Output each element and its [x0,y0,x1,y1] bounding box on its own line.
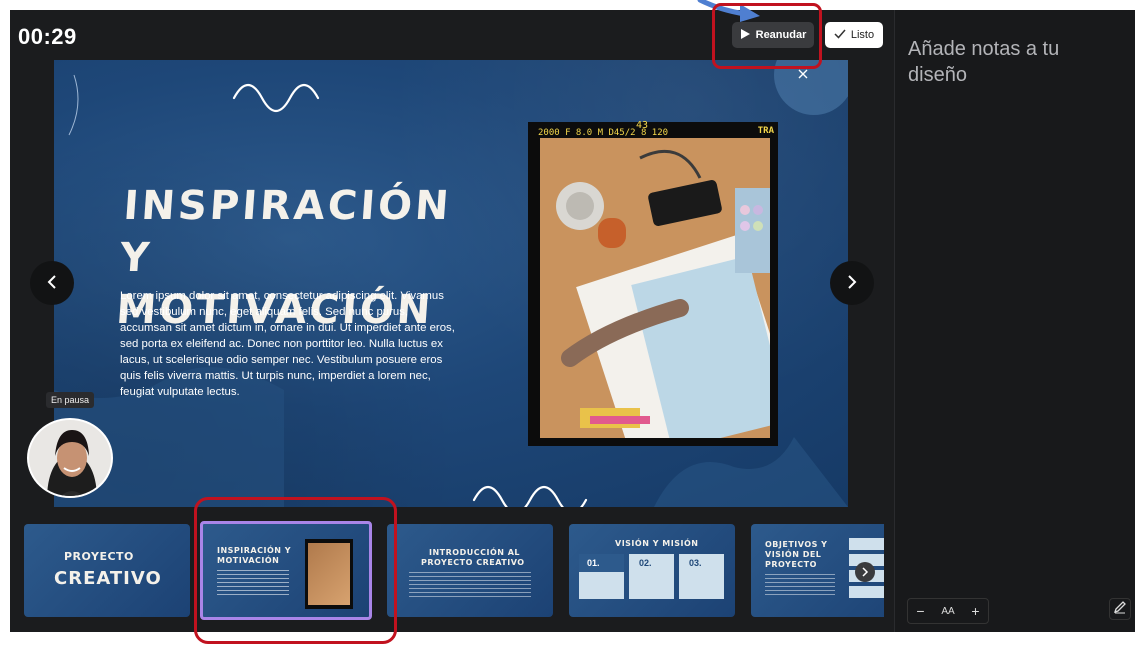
previous-slide-button[interactable] [30,261,74,305]
desk-photo [540,138,770,438]
chevron-right-icon [847,273,857,294]
chevron-left-icon [47,273,57,294]
thumbnail-slide-4[interactable]: Visión y misión 01. 02. 03. [569,524,735,617]
checkmark-icon [834,29,846,42]
presenter-avatar [27,418,113,498]
thumbnail-1-line2: Creativo [54,568,162,589]
photo-header-left: 2000 F 8.0 M D45/2 8 120 [538,128,669,138]
slide-title-line1: Inspiración y [118,183,454,281]
decrease-font-button[interactable]: − [916,603,924,619]
thumbnail-5-body [765,574,835,596]
thumbnail-4-title: Visión y misión [615,539,699,548]
next-slide-button[interactable] [830,261,874,305]
thumbnail-5-line1: Objetivos y [765,540,828,549]
slide-thumbnail-strip[interactable]: Proyecto Creativo Inspiración y motivaci… [20,520,884,620]
presentation-stage: 00:29 Reanudar Listo INSPIRACIÓN Y MOTIV… [10,10,894,632]
font-size-label: AA [941,605,955,617]
photo-header-right: TRA [757,126,774,136]
slide-body-text: Lorem ipsum dolor sit amet, consectetur … [120,290,455,398]
thumbnail-slide-1[interactable]: Proyecto Creativo [24,524,190,617]
photo-header-number: 43 [636,120,649,131]
done-button[interactable]: Listo [825,22,883,48]
chevron-right-icon [855,567,875,586]
thumbnail-5-line3: proyecto [765,560,817,569]
thumbnail-strip-scroll-button[interactable] [855,562,875,582]
thumbnail-5-line2: visión del [765,550,822,559]
notes-placeholder[interactable]: Añade notas a tu diseño [908,36,1118,88]
thumbnail-3-line2: proyecto creativo [421,558,525,567]
slide-photo-frame: 2000 F 8.0 M D45/2 8 120 43 TRA [528,120,778,446]
increase-font-button[interactable]: + [971,603,979,619]
thumbnail-4-card-1: 01. [579,554,624,599]
presenter-view: 00:29 Reanudar Listo INSPIRACIÓN Y MOTIV… [10,10,1135,632]
paused-badge: En pausa [46,392,95,408]
thumbnail-3-line1: Introducción al [429,548,521,557]
notes-font-size-control: − AA + [907,598,989,624]
notes-panel[interactable]: Añade notas a tu diseño − AA + [894,10,1135,632]
thumbnail-4-card-3: 03. [679,554,724,599]
timer: 00:29 [18,24,77,49]
done-label: Listo [850,29,875,41]
edit-notes-button[interactable] [1109,598,1131,620]
current-slide: Inspiración y motivación Lorem ipsum dol… [54,60,848,507]
thumbnail-slide-5[interactable]: Objetivos y visión del proyecto [751,524,884,617]
thumbnail-slide-3[interactable]: Introducción al proyecto creativo [387,524,553,617]
thumbnail-4-card-2: 02. [629,554,674,599]
thumbnail-3-body [409,572,531,598]
pencil-icon [1113,600,1127,619]
thumbnail-1-line1: Proyecto [64,550,134,563]
annotation-highlight-resume [712,3,822,69]
annotation-highlight-selected-thumbnail [194,497,397,644]
